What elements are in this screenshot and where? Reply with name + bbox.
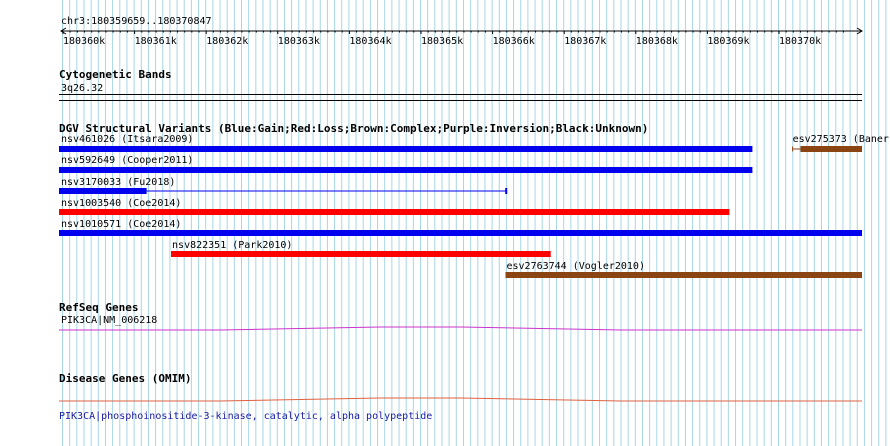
cytoband-track-title: Cytogenetic Bands [59,68,172,81]
variant-bar[interactable] [59,167,753,173]
variant-bar[interactable] [59,209,730,215]
variant-extension-end [505,188,508,194]
variant-label[interactable]: nsv1010571 (Coe2014) [61,219,181,230]
cytoband-label[interactable]: 3q26.32 [61,83,103,94]
variant-bar[interactable] [505,272,862,278]
ruler-tick-label: 180367k [564,36,606,47]
ruler-tick-label: 180361k [135,36,177,47]
refseq-gene-line[interactable] [59,326,862,331]
position-label: chr3:180359659..180370847 [61,16,212,27]
genome-track-panel: chr3:180359659..180370847 180360k 180361k… [59,0,889,446]
variant-bar[interactable] [800,146,862,152]
coordinate-ruler: chr3:180359659..180370847 180360k 180361k… [60,16,863,47]
ruler-tick-label: 180364k [349,36,391,47]
ruler-tick-label: 180369k [707,36,749,47]
variant-label[interactable]: esv2763744 (Vogler2010) [507,261,645,272]
genome-browser: chr3:180359659..180370847 180360k 180361k… [0,0,890,446]
ruler-tick-label: 180362k [206,36,248,47]
refseq-track: RefSeq Genes PIK3CA|NM_006218 [59,301,862,331]
refseq-gene-label[interactable]: PIK3CA|NM_006218 [61,315,157,326]
cytoband-track: Cytogenetic Bands 3q26.32 [59,68,862,101]
variant-label[interactable]: nsv461026 (Itsara2009) [61,134,193,145]
omim-gene-line[interactable] [59,397,862,402]
omim-gene-link[interactable]: PIK3CA|phosphoinositide-3-kinase, cataly… [59,411,432,422]
variant-label[interactable]: nsv1003540 (Coe2014) [61,198,181,209]
ruler-ticks: 180360k 180361k 180362k 180363k 180364k 18036… [62,31,844,47]
refseq-track-title: RefSeq Genes [59,301,138,314]
variant-label[interactable]: nsv822351 (Park2010) [172,240,292,251]
ruler-tick-label: 180363k [278,36,320,47]
variant-bar[interactable] [171,251,551,257]
variant-label[interactable]: nsv3170033 (Fu2018) [61,177,175,188]
omim-track: Disease Genes (OMIM) PIK3CA|phosphoinosi… [59,372,862,422]
ruler-tick-label: 180368k [636,36,678,47]
ruler-tick-label: 180370k [779,36,821,47]
ruler-tick-label: 180360k [63,36,105,47]
variant-bar[interactable] [59,230,862,236]
omim-track-title: Disease Genes (OMIM) [59,372,191,385]
variant-label[interactable]: esv275373 (Baner [793,134,889,145]
variant-bar[interactable] [59,146,753,152]
variant-bar[interactable] [59,188,147,194]
ruler-tick-label: 180366k [493,36,535,47]
variant-label[interactable]: nsv592649 (Cooper2011) [61,155,193,166]
ruler-tick-label: 180365k [421,36,463,47]
